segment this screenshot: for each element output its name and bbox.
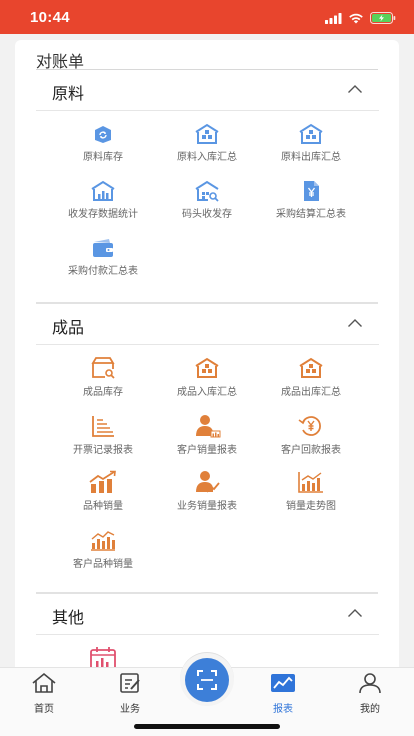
section-header-other[interactable]: 其他 — [36, 594, 379, 634]
section-finished-products: 成品 — [36, 304, 379, 345]
section-header-finished-products[interactable]: 成品 — [36, 304, 379, 344]
section-title: 原料 — [52, 86, 85, 103]
grid-item-sales-trend[interactable]: 销量走势图 — [256, 470, 366, 512]
warehouse-in-icon — [195, 123, 219, 144]
section-header-raw-materials[interactable]: 原料 — [36, 70, 379, 110]
grid-item-label: 品种销量 — [83, 501, 123, 512]
grid-item-label: 客户品种销量 — [73, 559, 133, 570]
warehouse-stats-icon — [91, 180, 115, 201]
home-icon — [32, 672, 56, 693]
scan-icon — [197, 670, 217, 690]
grid-item-label: 业务销量报表 — [177, 501, 237, 512]
section-raw-materials: 原料 — [36, 70, 379, 111]
recycle-box-icon — [95, 126, 111, 143]
dock-warehouse-icon — [195, 180, 219, 202]
tab-label: 业务 — [120, 704, 140, 715]
grid-item-invoice-records[interactable]: 开票记录报表 — [48, 414, 158, 456]
chevron-up-icon[interactable] — [347, 318, 363, 328]
tab-home[interactable]: 首页 — [14, 672, 74, 715]
grid-item-label: 成品库存 — [83, 387, 123, 398]
grid-item-label: 收发存数据统计 — [68, 209, 138, 220]
grid-item-product-inventory[interactable]: 成品库存 — [48, 356, 158, 398]
person-chart-icon — [196, 415, 221, 438]
grid-item-label: 成品出库汇总 — [281, 387, 341, 398]
grid-item-label: 开票记录报表 — [73, 445, 133, 456]
chevron-up-icon[interactable] — [347, 84, 363, 94]
edit-doc-icon — [120, 673, 140, 693]
box-search-icon — [91, 357, 115, 379]
warehouse-out-icon — [299, 123, 323, 144]
grid-item-label: 客户销量报表 — [177, 445, 237, 456]
grid-item-label: 码头收发存 — [182, 209, 232, 220]
grid-item-label: 采购付款汇总表 — [68, 266, 138, 277]
tab-business[interactable]: 业务 — [100, 672, 160, 715]
tab-reports[interactable]: 报表 — [253, 672, 313, 715]
chevron-up-icon[interactable] — [347, 608, 363, 618]
divider — [36, 634, 379, 635]
person-icon — [359, 673, 381, 694]
grid-item-label: 客户回款报表 — [281, 445, 341, 456]
tab-label: 报表 — [273, 704, 293, 715]
status-time: 10:44 — [30, 9, 70, 26]
divider — [36, 344, 379, 345]
tab-mine[interactable]: 我的 — [340, 672, 400, 715]
grid-item-customer-variety-sales[interactable]: 客户品种销量 — [48, 528, 158, 570]
grid-item-label: 采购结算汇总表 — [276, 209, 346, 220]
scan-button[interactable] — [185, 658, 229, 702]
grid-item-dock-warehouse[interactable]: 码头收发存 — [152, 180, 262, 220]
section-other: 其他 — [36, 594, 379, 635]
bar-line-icon — [298, 472, 323, 493]
section-title: 成品 — [52, 320, 85, 337]
grid-item-label: 原料库存 — [83, 152, 123, 163]
warehouse-out-icon — [299, 357, 323, 378]
grid-item-raw-inbound[interactable]: 原料入库汇总 — [152, 123, 262, 163]
home-indicator — [134, 724, 280, 729]
grid-item-product-inbound[interactable]: 成品入库汇总 — [152, 356, 262, 398]
grid-item-customer-payment[interactable]: 客户回款报表 — [256, 414, 366, 456]
grid-item-label: 成品入库汇总 — [177, 387, 237, 398]
battery-icon — [370, 12, 396, 24]
grid-item-raw-stats[interactable]: 收发存数据统计 — [48, 180, 158, 220]
bar-line-2-icon — [91, 531, 115, 551]
tab-label: 我的 — [360, 704, 380, 715]
grid-item-label: 销量走势图 — [286, 501, 336, 512]
person-trend-icon — [196, 471, 220, 493]
grid-item-label: 原料入库汇总 — [177, 152, 237, 163]
divider — [36, 110, 379, 111]
grid-item-business-sales[interactable]: 业务销量报表 — [152, 470, 262, 512]
wallet-icon — [93, 239, 113, 257]
grid-item-purchase-payment[interactable]: 采购付款汇总表 — [48, 237, 158, 277]
yen-refund-icon — [298, 416, 321, 436]
grid-item-variety-sales[interactable]: 品种销量 — [48, 470, 158, 512]
bar-trend-icon — [89, 470, 116, 493]
grid-item-customer-sales[interactable]: 客户销量报表 — [152, 414, 262, 456]
yen-document-icon — [304, 181, 319, 201]
scan-button-wrap — [180, 652, 234, 706]
grid-item-raw-inventory[interactable]: 原料库存 — [48, 123, 158, 163]
grid-item-raw-outbound[interactable]: 原料出库汇总 — [256, 123, 366, 163]
grid-item-product-outbound[interactable]: 成品出库汇总 — [256, 356, 366, 398]
signal-icon — [325, 12, 342, 24]
report-card: 对账单 原料 原料库存 原料入库汇总 原料出库汇总 收发存数据统计 码头收发存 … — [15, 40, 399, 680]
tab-label: 首页 — [34, 704, 54, 715]
chart-icon — [271, 674, 295, 692]
grid-item-label: 原料出库汇总 — [281, 152, 341, 163]
status-bar: 10:44 — [0, 0, 414, 34]
section-title: 其他 — [52, 610, 85, 627]
warehouse-in-icon — [195, 357, 219, 378]
grid-item-purchase-settlement[interactable]: 采购结算汇总表 — [256, 180, 366, 220]
wifi-icon — [349, 13, 363, 23]
list-lines-icon — [92, 416, 114, 437]
